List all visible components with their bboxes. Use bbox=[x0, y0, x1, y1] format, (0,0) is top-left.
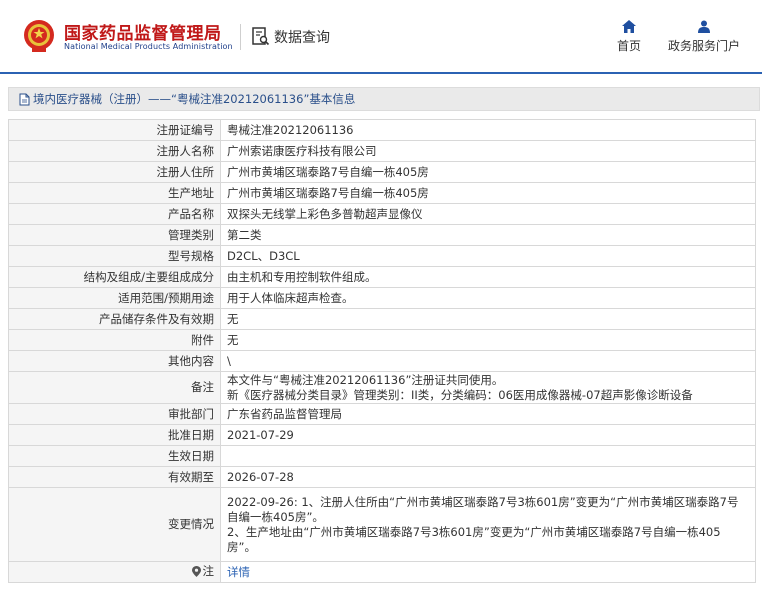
field-value: 广州索诺康医疗科技有限公司 bbox=[220, 140, 756, 162]
table-row: 适用范围/预期用途 用于人体临床超声检查。 bbox=[8, 287, 756, 309]
field-label: 附件 bbox=[8, 329, 221, 351]
brand-name-cn[interactable]: 国家药品监督管理局 bbox=[64, 19, 222, 44]
table-row: 注 详情 bbox=[8, 561, 756, 583]
field-value: 详情 bbox=[220, 561, 756, 583]
field-value: 2021-07-29 bbox=[220, 424, 756, 446]
field-value: 双探头无线掌上彩色多普勒超声显像仪 bbox=[220, 203, 756, 225]
field-value: 广州市黄埔区瑞泰路7号自编一栋405房 bbox=[220, 161, 756, 183]
field-label: 审批部门 bbox=[8, 403, 221, 425]
table-row: 生效日期 bbox=[8, 445, 756, 467]
record-title: 境内医疗器械（注册）——“粤械注准20212061136”基本信息 bbox=[33, 92, 356, 106]
field-label-note: 注 bbox=[8, 561, 221, 583]
details-link[interactable]: 详情 bbox=[227, 565, 250, 579]
note-label: 注 bbox=[202, 563, 215, 578]
field-label: 注册证编号 bbox=[8, 119, 221, 141]
field-value: \ bbox=[220, 350, 756, 372]
field-label: 结构及组成/主要组成成分 bbox=[8, 266, 221, 288]
header-divider bbox=[240, 24, 241, 50]
table-row: 有效期至 2026-07-28 bbox=[8, 466, 756, 488]
field-value-changes: 2022-09-26: 1、注册人住所由“广州市黄埔区瑞泰路7号3栋601房”变… bbox=[220, 487, 756, 562]
field-value: 2026-07-28 bbox=[220, 466, 756, 488]
document-search-icon bbox=[252, 27, 270, 46]
field-label: 适用范围/预期用途 bbox=[8, 287, 221, 309]
field-label: 其他内容 bbox=[8, 350, 221, 372]
nav-home-label: 首页 bbox=[616, 39, 641, 53]
field-value: 粤械注准20212061136 bbox=[220, 119, 756, 141]
table-row: 其他内容 \ bbox=[8, 350, 756, 372]
remarks-line: 新《医疗器械分类目录》管理类别：II类，分类编码：06医用成像器械-07超声影像… bbox=[227, 387, 693, 402]
brand-name-en[interactable]: National Medical Products Administration bbox=[64, 42, 233, 51]
field-label: 备注 bbox=[8, 371, 221, 404]
nav-home[interactable]: 首页 bbox=[612, 20, 646, 54]
field-label: 产品储存条件及有效期 bbox=[8, 308, 221, 330]
field-label: 生产地址 bbox=[8, 182, 221, 204]
field-label: 注册人名称 bbox=[8, 140, 221, 162]
table-row: 产品名称 双探头无线掌上彩色多普勒超声显像仪 bbox=[8, 203, 756, 225]
remarks-line: 本文件与“粤械注准20212061136”注册证共同使用。 bbox=[227, 372, 504, 387]
data-query-label: 数据查询 bbox=[274, 30, 330, 46]
field-label: 注册人住所 bbox=[8, 161, 221, 183]
nav-portal-label: 政务服务门户 bbox=[667, 39, 740, 53]
user-icon bbox=[698, 20, 710, 33]
nav-service-portal[interactable]: 政务服务门户 bbox=[664, 20, 744, 54]
field-value: D2CL、D3CL bbox=[220, 245, 756, 267]
table-row: 审批部门 广东省药品监督管理局 bbox=[8, 403, 756, 425]
field-value: 第二类 bbox=[220, 224, 756, 246]
table-row: 管理类别 第二类 bbox=[8, 224, 756, 246]
change-line: 2、生产地址由“广州市黄埔区瑞泰路7号3栋601房”变更为“广州市黄埔区瑞泰路7… bbox=[227, 524, 721, 554]
field-value: 无 bbox=[220, 308, 756, 330]
field-label: 有效期至 bbox=[8, 466, 221, 488]
device-info-table: 注册证编号 粤械注准20212061136 注册人名称 广州索诺康医疗科技有限公… bbox=[8, 119, 756, 583]
table-row: 结构及组成/主要组成成分 由主机和专用控制软件组成。 bbox=[8, 266, 756, 288]
table-row: 型号规格 D2CL、D3CL bbox=[8, 245, 756, 267]
table-row: 备注 本文件与“粤械注准20212061136”注册证共同使用。 新《医疗器械分… bbox=[8, 371, 756, 404]
table-row: 附件 无 bbox=[8, 329, 756, 351]
document-icon bbox=[19, 93, 30, 106]
table-row: 注册人名称 广州索诺康医疗科技有限公司 bbox=[8, 140, 756, 162]
field-value: 用于人体临床超声检查。 bbox=[220, 287, 756, 309]
table-row: 产品储存条件及有效期 无 bbox=[8, 308, 756, 330]
table-row: 注册证编号 粤械注准20212061136 bbox=[8, 119, 756, 141]
table-row: 变更情况 2022-09-26: 1、注册人住所由“广州市黄埔区瑞泰路7号3栋6… bbox=[8, 487, 756, 562]
field-label: 产品名称 bbox=[8, 203, 221, 225]
field-label: 批准日期 bbox=[8, 424, 221, 446]
table-row: 批准日期 2021-07-29 bbox=[8, 424, 756, 446]
field-value: 无 bbox=[220, 329, 756, 351]
record-title-bar: 境内医疗器械（注册）——“粤械注准20212061136”基本信息 bbox=[8, 87, 760, 111]
field-value: 广东省药品监督管理局 bbox=[220, 403, 756, 425]
location-pin-icon bbox=[191, 565, 201, 577]
national-emblem-icon[interactable] bbox=[22, 18, 56, 54]
table-row: 注册人住所 广州市黄埔区瑞泰路7号自编一栋405房 bbox=[8, 161, 756, 183]
field-value: 由主机和专用控制软件组成。 bbox=[220, 266, 756, 288]
field-value: 广州市黄埔区瑞泰路7号自编一栋405房 bbox=[220, 182, 756, 204]
data-query-link[interactable]: 数据查询 bbox=[252, 26, 330, 48]
change-line: 2022-09-26: 1、注册人住所由“广州市黄埔区瑞泰路7号3栋601房”变… bbox=[227, 494, 739, 524]
table-row: 生产地址 广州市黄埔区瑞泰路7号自编一栋405房 bbox=[8, 182, 756, 204]
field-label: 变更情况 bbox=[8, 487, 221, 562]
home-icon bbox=[622, 20, 636, 33]
field-label: 生效日期 bbox=[8, 445, 221, 467]
field-value-remarks: 本文件与“粤械注准20212061136”注册证共同使用。 新《医疗器械分类目录… bbox=[220, 371, 756, 404]
field-value bbox=[220, 445, 756, 467]
field-label: 型号规格 bbox=[8, 245, 221, 267]
field-label: 管理类别 bbox=[8, 224, 221, 246]
site-header: 国家药品监督管理局 National Medical Products Admi… bbox=[0, 0, 762, 74]
